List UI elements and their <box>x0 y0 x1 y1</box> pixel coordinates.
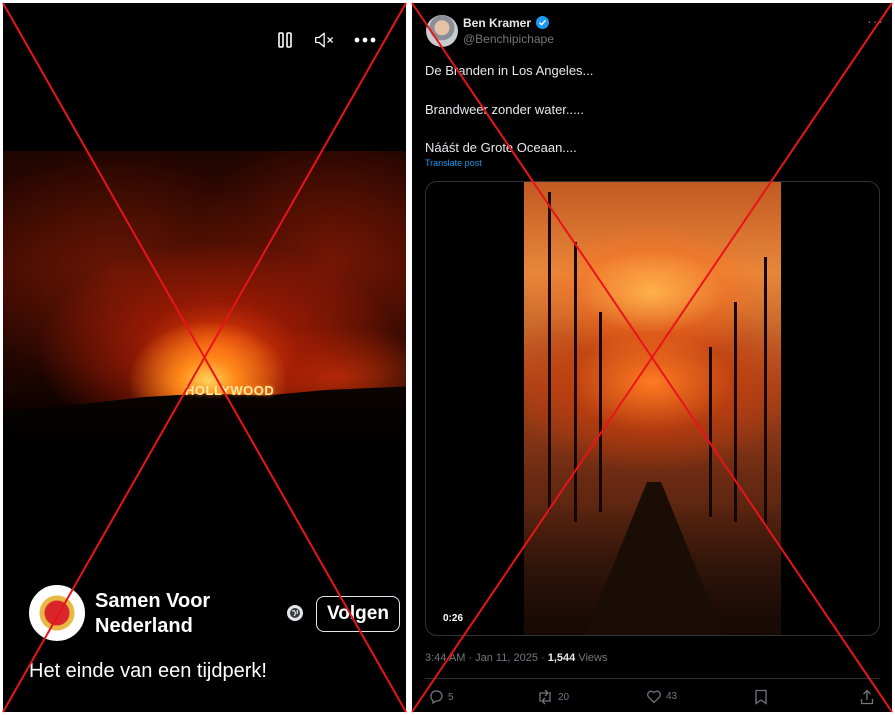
share-icon <box>860 689 874 705</box>
views-label: Views <box>578 652 608 664</box>
more-horizontal-icon[interactable] <box>354 29 376 51</box>
palm-tree <box>548 192 551 512</box>
share-button[interactable] <box>860 689 874 705</box>
post-video[interactable]: 0:26 <box>425 181 880 636</box>
post-date[interactable]: Jan 11, 2025 <box>475 652 538 664</box>
bookmark-button[interactable] <box>754 689 768 705</box>
repost-button[interactable]: 20 <box>536 689 569 705</box>
verified-badge-icon <box>536 16 549 29</box>
road <box>584 482 724 635</box>
post-time[interactable]: 3:44 AM <box>425 652 465 664</box>
palm-tree <box>599 312 602 512</box>
repost-icon <box>539 689 551 705</box>
page-name[interactable]: Samen Voor Nederland <box>95 589 265 639</box>
like-count: 43 <box>666 691 678 702</box>
volume-muted-icon[interactable] <box>314 29 336 51</box>
palm-tree <box>764 257 767 527</box>
palm-tree <box>574 242 577 522</box>
palm-tree <box>734 302 737 522</box>
video-timestamp: 0:26 <box>440 612 467 625</box>
views-count: 1,544 <box>547 652 576 664</box>
post-text-line-2: Brandweer zonder water..... <box>425 102 584 117</box>
post-text-line-3: Nááśt de Grote Oceaan.... <box>425 140 577 155</box>
reply-count: 5 <box>448 691 454 703</box>
post-actions: 5 20 43 <box>428 689 878 707</box>
post-caption: Het einde van een tijdperk! <box>29 660 267 682</box>
heart-icon <box>647 690 661 704</box>
author-name[interactable]: Ben Kramer <box>463 16 531 30</box>
fire-street-video-frame[interactable] <box>524 182 781 635</box>
reply-icon <box>430 690 443 705</box>
like-button[interactable]: 43 <box>646 689 677 704</box>
post-meta: 3:44 AM · Jan 11, 2025 · 1,544 Views <box>425 652 608 664</box>
repost-count: 20 <box>558 691 570 703</box>
video-controls <box>274 29 376 51</box>
facebook-video-post: HOLLYWOOD Samen Voor Nederland Volgen He… <box>3 3 406 712</box>
reply-button[interactable]: 5 <box>428 689 454 705</box>
page-avatar[interactable] <box>29 585 85 641</box>
more-horizontal-icon[interactable]: ··· <box>867 13 884 29</box>
author-avatar[interactable] <box>426 15 458 47</box>
globe-icon <box>287 605 303 621</box>
follow-button[interactable]: Volgen <box>316 596 400 632</box>
post-text-line-1: De Branden in Los Angeles... <box>425 63 594 78</box>
hollywood-sign: HOLLYWOOD <box>185 383 275 398</box>
x-post: Ben Kramer @Benchipichape ··· De Branden… <box>412 3 892 712</box>
author-handle[interactable]: @Benchipichape <box>463 32 554 46</box>
palm-tree <box>709 347 712 517</box>
bookmark-icon <box>755 689 767 705</box>
translate-post-link[interactable]: Translate post <box>425 158 482 168</box>
divider <box>425 678 880 679</box>
page-info: Samen Voor Nederland Volgen <box>29 585 403 645</box>
pause-icon[interactable] <box>274 29 296 51</box>
